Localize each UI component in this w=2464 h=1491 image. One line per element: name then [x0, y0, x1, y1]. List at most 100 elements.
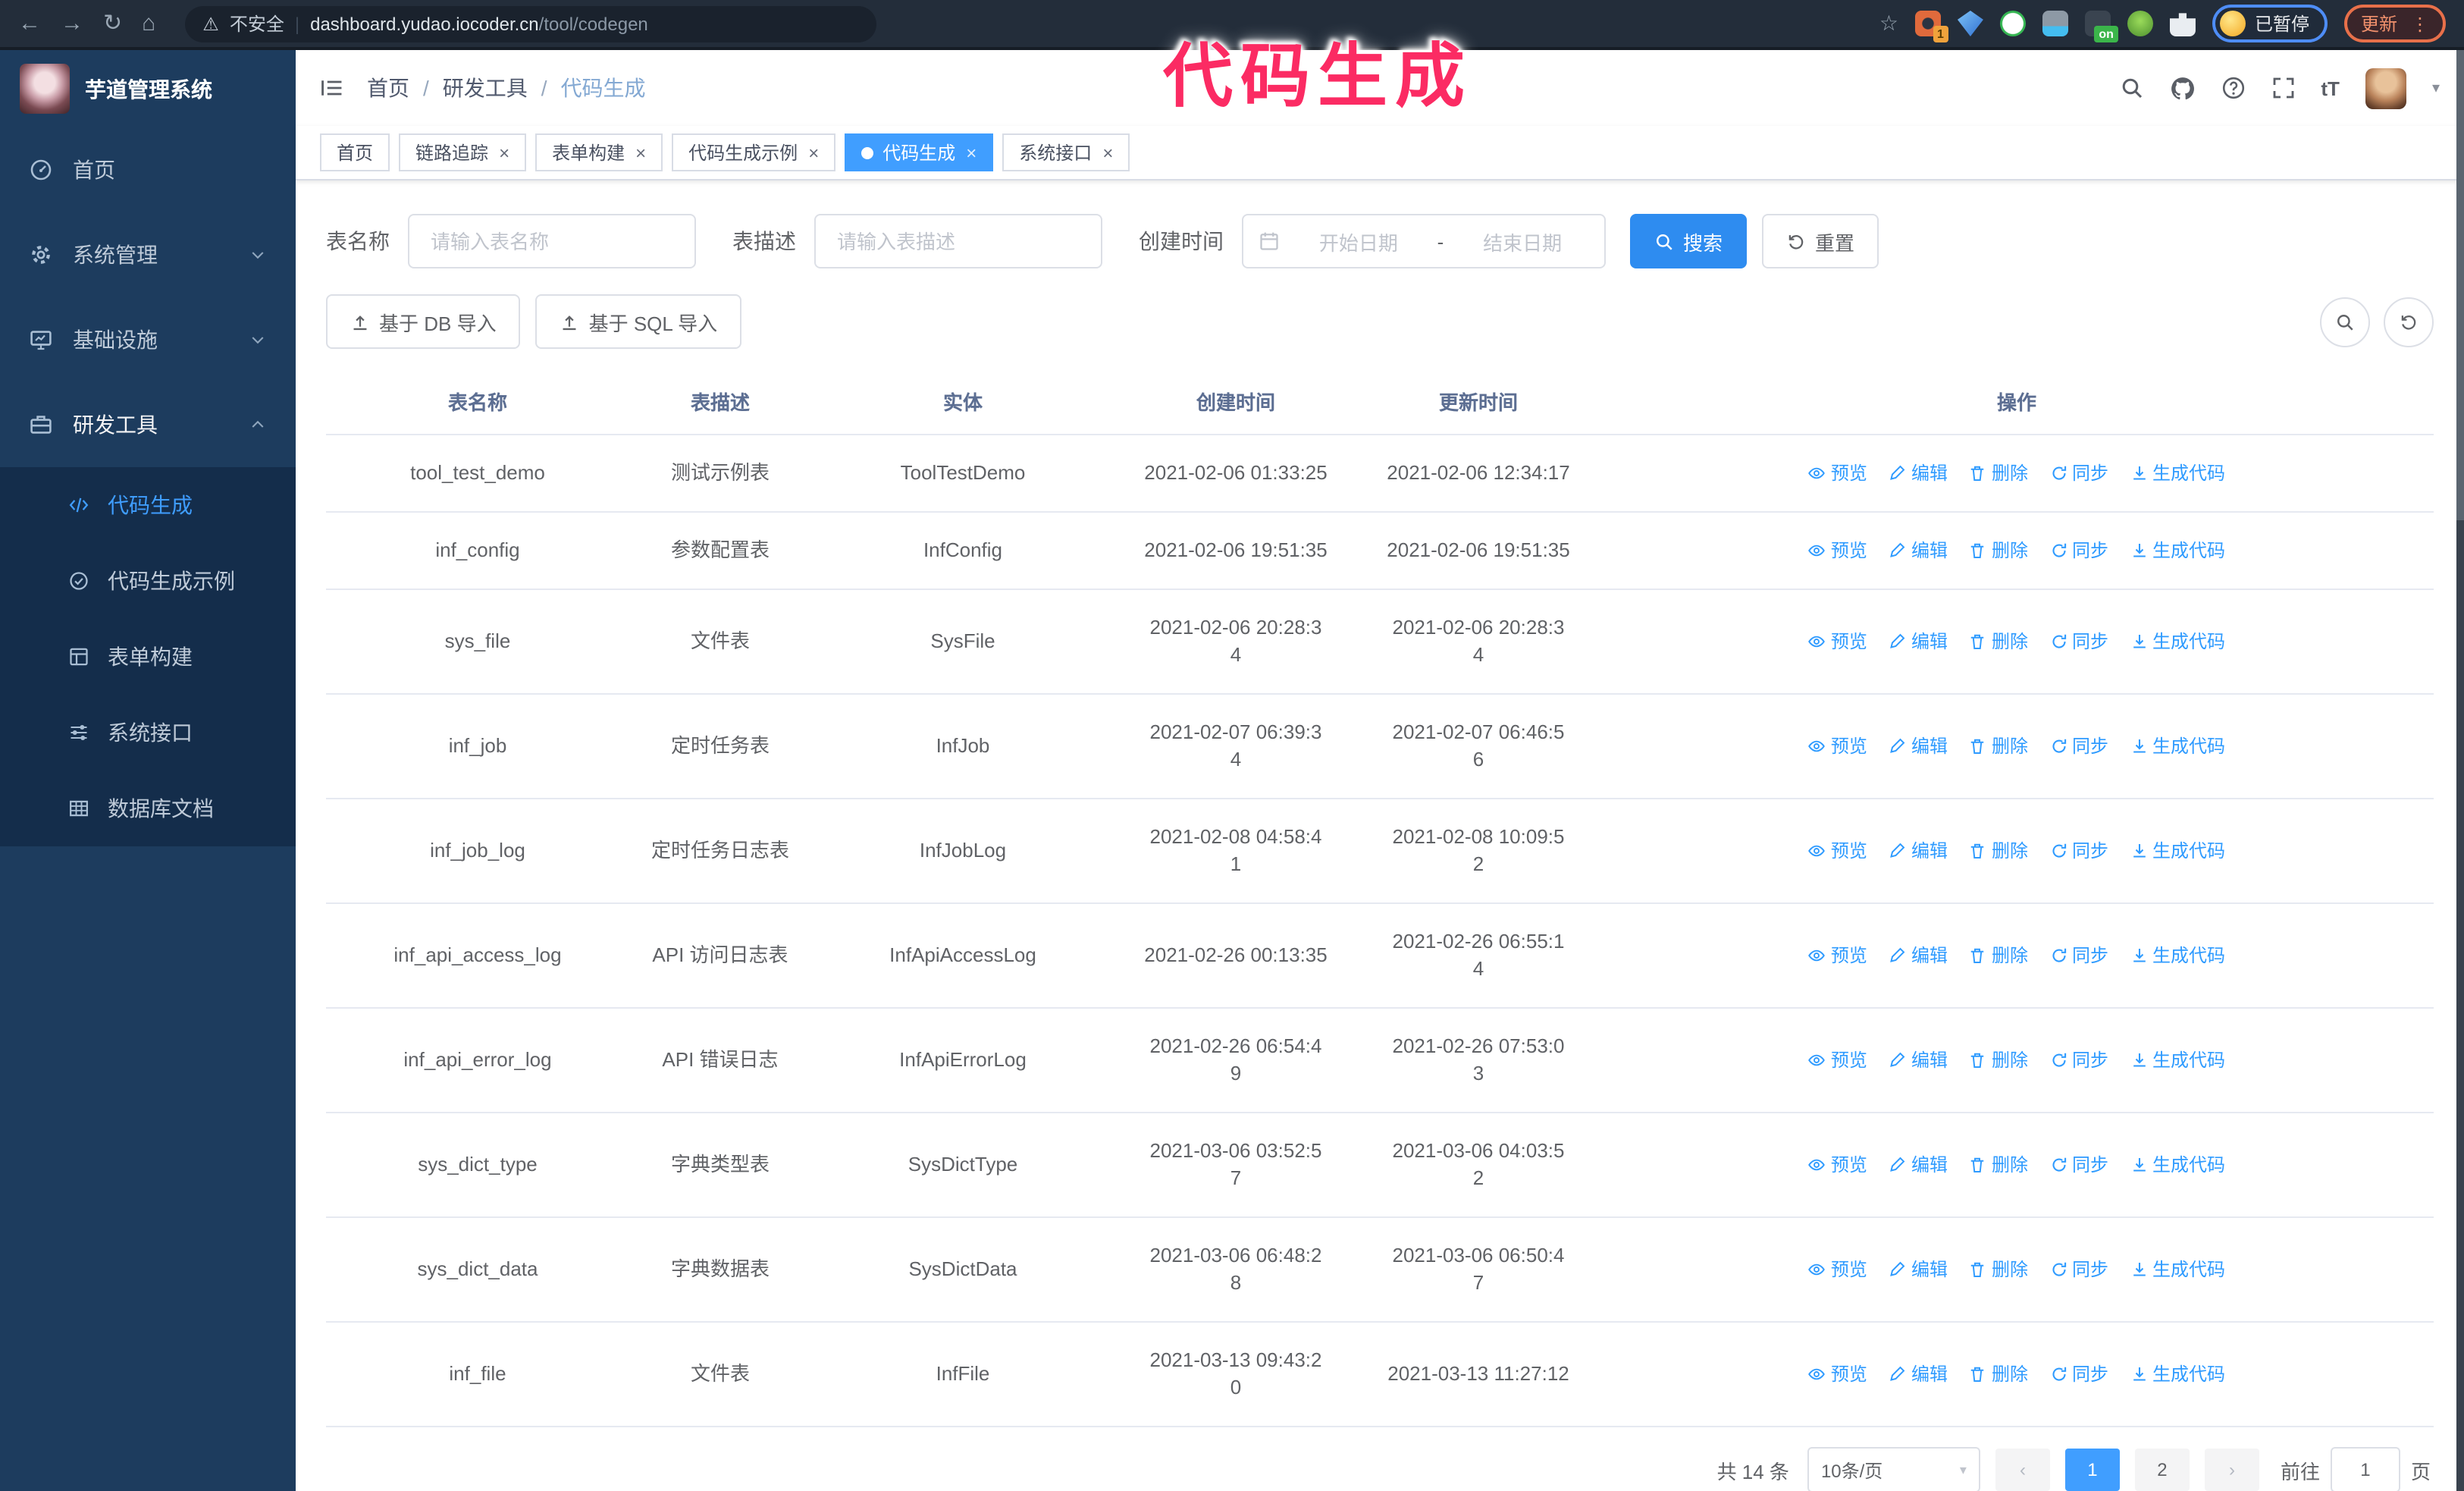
next-page-button[interactable]: ›	[2204, 1449, 2259, 1491]
sidebar-subitem[interactable]: 代码生成	[0, 467, 296, 543]
generate-code-action[interactable]: 生成代码	[2130, 1256, 2225, 1283]
generate-code-action[interactable]: 生成代码	[2130, 942, 2225, 969]
sidebar-item-dev-tools[interactable]: 研发工具	[0, 382, 296, 467]
sync-action[interactable]: 同步	[2049, 1151, 2108, 1179]
user-menu-caret-icon[interactable]: ▾	[2432, 80, 2440, 96]
page-button-1[interactable]: 1	[2064, 1449, 2120, 1491]
generate-code-action[interactable]: 生成代码	[2130, 1151, 2225, 1179]
fullscreen-icon[interactable]	[2271, 76, 2295, 100]
page-size-select[interactable]: 10条/页 ▾	[1807, 1447, 1980, 1491]
reload-icon[interactable]: ↻	[103, 12, 122, 35]
scrollbar-thumb[interactable]	[2456, 50, 2464, 520]
forward-icon[interactable]: →	[61, 12, 83, 35]
reset-button[interactable]: 重置	[1762, 214, 1879, 268]
import-db-button[interactable]: 基于 DB 导入	[326, 294, 521, 349]
sync-action[interactable]: 同步	[2049, 1361, 2108, 1388]
extension-icon-alien[interactable]	[2127, 11, 2153, 36]
tab-6[interactable]: 系统接口 ×	[1002, 133, 1130, 171]
edit-action[interactable]: 编辑	[1889, 1151, 1948, 1179]
edit-action[interactable]: 编辑	[1889, 460, 1948, 487]
delete-action[interactable]: 删除	[1969, 942, 2028, 969]
preview-action[interactable]: 预览	[1808, 537, 1867, 564]
generate-code-action[interactable]: 生成代码	[2130, 733, 2225, 760]
sync-action[interactable]: 同步	[2049, 837, 2108, 865]
date-range-picker[interactable]: 开始日期 - 结束日期	[1242, 214, 1606, 268]
delete-action[interactable]: 删除	[1969, 460, 2028, 487]
search-button[interactable]: 搜索	[1630, 214, 1748, 268]
table-desc-input[interactable]	[814, 214, 1102, 268]
sync-action[interactable]: 同步	[2049, 942, 2108, 969]
tab-close-icon[interactable]: ×	[1102, 142, 1113, 163]
edit-action[interactable]: 编辑	[1889, 1361, 1948, 1388]
generate-code-action[interactable]: 生成代码	[2130, 537, 2225, 564]
tab-2[interactable]: 链路追踪 ×	[399, 133, 527, 171]
extension-icon-dark[interactable]: on	[2084, 11, 2118, 42]
logo[interactable]: 芋道管理系统	[0, 50, 296, 127]
table-name-input[interactable]	[408, 214, 696, 268]
sidebar-toggle[interactable]	[320, 76, 344, 100]
tab-1[interactable]: 首页	[320, 133, 390, 171]
generate-code-action[interactable]: 生成代码	[2130, 837, 2225, 865]
address-bar[interactable]: ⚠ 不安全 | dashboard.yudao.iocoder.cn/tool/…	[184, 5, 876, 42]
tab-5[interactable]: 代码生成 ×	[845, 133, 994, 171]
prev-page-button[interactable]: ‹	[1995, 1449, 2050, 1491]
breadcrumb-dev-tools[interactable]: 研发工具	[443, 73, 528, 103]
browser-update-button[interactable]: 更新 ⋮	[2343, 5, 2446, 42]
page-button-2[interactable]: 2	[2134, 1449, 2190, 1491]
search-icon[interactable]	[2119, 76, 2143, 100]
preview-action[interactable]: 预览	[1808, 837, 1867, 865]
breadcrumb-home[interactable]: 首页	[367, 73, 409, 103]
refresh-table-button[interactable]	[2384, 297, 2434, 347]
preview-action[interactable]: 预览	[1808, 1361, 1867, 1388]
font-size-icon[interactable]: tT	[2321, 77, 2340, 99]
sidebar-subitem[interactable]: 数据库文档	[0, 771, 296, 846]
delete-action[interactable]: 删除	[1969, 1151, 2028, 1179]
edit-action[interactable]: 编辑	[1889, 942, 1948, 969]
github-icon[interactable]	[2169, 75, 2195, 101]
extension-icon-gem[interactable]	[1957, 11, 1983, 36]
delete-action[interactable]: 删除	[1969, 1361, 2028, 1388]
preview-action[interactable]: 预览	[1808, 628, 1867, 655]
sync-action[interactable]: 同步	[2049, 1256, 2108, 1283]
tab-close-icon[interactable]: ×	[966, 142, 977, 163]
delete-action[interactable]: 删除	[1969, 733, 2028, 760]
goto-page-input[interactable]	[2330, 1447, 2400, 1491]
generate-code-action[interactable]: 生成代码	[2130, 460, 2225, 487]
sync-action[interactable]: 同步	[2049, 537, 2108, 564]
preview-action[interactable]: 预览	[1808, 1151, 1867, 1179]
sidebar-item-infrastructure[interactable]: 基础设施	[0, 297, 296, 382]
delete-action[interactable]: 删除	[1969, 1256, 2028, 1283]
bookmark-star-icon[interactable]: ☆	[1879, 11, 1898, 36]
delete-action[interactable]: 删除	[1969, 537, 2028, 564]
tab-4[interactable]: 代码生成示例 ×	[672, 133, 836, 171]
delete-action[interactable]: 删除	[1969, 628, 2028, 655]
extension-icon-toggles[interactable]	[2042, 11, 2068, 36]
sidebar-subitem[interactable]: 表单构建	[0, 619, 296, 695]
extension-icon-orange[interactable]: 1	[1914, 11, 1948, 42]
sync-action[interactable]: 同步	[2049, 1047, 2108, 1074]
import-sql-button[interactable]: 基于 SQL 导入	[535, 294, 742, 349]
delete-action[interactable]: 删除	[1969, 837, 2028, 865]
preview-action[interactable]: 预览	[1808, 1256, 1867, 1283]
edit-action[interactable]: 编辑	[1889, 837, 1948, 865]
tab-close-icon[interactable]: ×	[808, 142, 819, 163]
sidebar-subitem[interactable]: 代码生成示例	[0, 543, 296, 619]
profile-status-pill[interactable]: 已暂停	[2212, 5, 2328, 42]
home-icon[interactable]: ⌂	[142, 12, 155, 35]
extension-icon-puzzle[interactable]	[2169, 13, 2196, 36]
extension-icon-green-circle[interactable]	[1999, 11, 2026, 36]
generate-code-action[interactable]: 生成代码	[2130, 1047, 2225, 1074]
edit-action[interactable]: 编辑	[1889, 1256, 1948, 1283]
sidebar-item-home[interactable]: 首页	[0, 127, 296, 212]
delete-action[interactable]: 删除	[1969, 1047, 2028, 1074]
sync-action[interactable]: 同步	[2049, 460, 2108, 487]
edit-action[interactable]: 编辑	[1889, 1047, 1948, 1074]
preview-action[interactable]: 预览	[1808, 942, 1867, 969]
browser-scrollbar[interactable]	[2456, 50, 2464, 1491]
generate-code-action[interactable]: 生成代码	[2130, 1361, 2225, 1388]
user-avatar[interactable]	[2365, 67, 2406, 108]
sync-action[interactable]: 同步	[2049, 733, 2108, 760]
edit-action[interactable]: 编辑	[1889, 733, 1948, 760]
toggle-search-button[interactable]	[2320, 297, 2370, 347]
sidebar-subitem[interactable]: 系统接口	[0, 695, 296, 771]
